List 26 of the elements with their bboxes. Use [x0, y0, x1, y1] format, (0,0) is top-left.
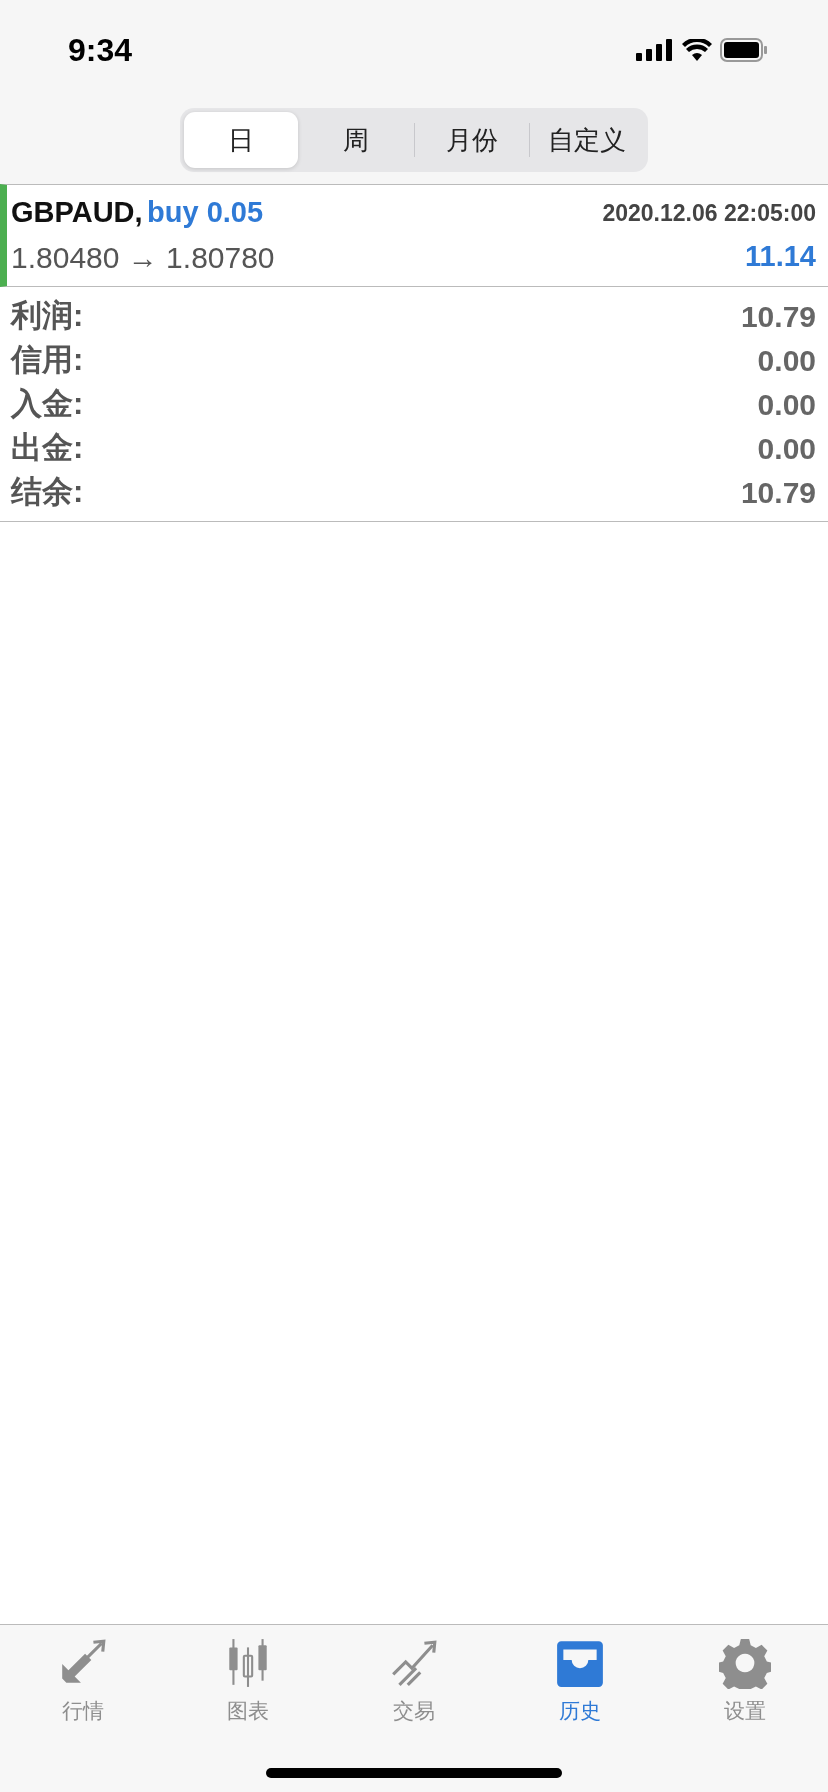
deal-prices: 1.80480 → 1.80780	[11, 239, 275, 276]
deal-profit: 11.14	[745, 239, 816, 275]
settings-icon	[719, 1637, 772, 1689]
summary-value: 10.79	[740, 475, 816, 511]
deal-time: 2020.12.06 22:05:00	[602, 198, 816, 228]
summary-value: 0.00	[757, 431, 816, 467]
period-tab[interactable]: 月份	[414, 112, 529, 168]
summary-label: 入金:	[11, 385, 84, 424]
summary-label: 利润:	[11, 297, 84, 336]
summary-label: 出金:	[11, 429, 84, 468]
signal-icon	[636, 39, 674, 61]
period-tab[interactable]: 自定义	[529, 112, 644, 168]
period-tab[interactable]: 周	[299, 112, 414, 168]
summary-value: 0.00	[757, 343, 816, 379]
status-time: 9:34	[68, 31, 133, 70]
summary-value: 10.79	[740, 299, 816, 335]
deal-row[interactable]: GBPAUD,buy 0.05 2020.12.06 22:05:00 1.80480 → 1.80780 11.14	[0, 184, 828, 287]
summary-label: 信用:	[11, 341, 84, 380]
deal-symbol: GBPAUD,	[11, 196, 143, 228]
wifi-icon	[682, 39, 712, 61]
tab-bar-item[interactable]: 历史	[496, 1637, 663, 1727]
battery-icon	[720, 38, 768, 62]
deal-side: buy 0.05	[147, 196, 264, 228]
period-tab[interactable]: 日	[184, 112, 299, 168]
summary-value: 0.00	[757, 387, 816, 423]
summary-label: 结余:	[11, 473, 84, 512]
